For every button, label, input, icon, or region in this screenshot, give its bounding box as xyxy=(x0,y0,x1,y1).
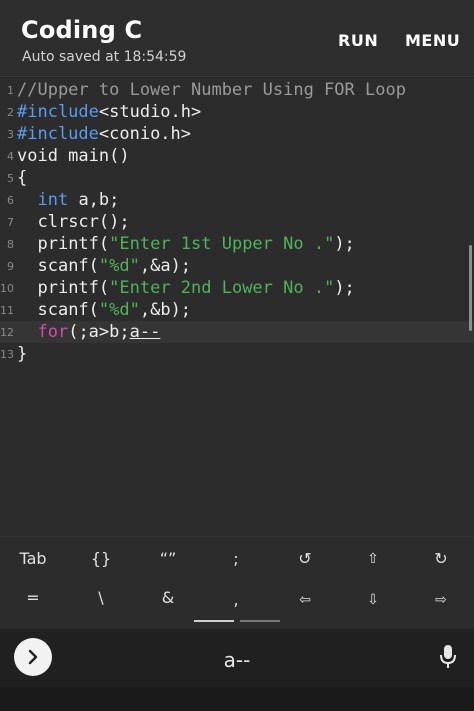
line-number: 5 xyxy=(7,172,14,185)
app-bar: Coding C Auto saved at 18:54:59 RUN MENU xyxy=(0,0,474,77)
word-suggestion[interactable]: a-- xyxy=(0,648,474,672)
code-line[interactable]: 11 scanf("%d",&b); xyxy=(0,299,474,321)
code-line[interactable]: 10 printf("Enter 2nd Lower No ."); xyxy=(0,277,474,299)
code-text: scanf( xyxy=(37,256,99,276)
current-code-line[interactable]: 12 for(;a>b;a-- xyxy=(0,321,474,343)
page-indicator xyxy=(240,620,280,622)
semicolon-key[interactable]: ; xyxy=(211,549,261,568)
code-text: clrscr(); xyxy=(37,212,130,232)
preprocessor-directive: #include xyxy=(17,102,99,122)
tab-key[interactable]: Tab xyxy=(8,549,58,568)
code-line[interactable]: 9 scanf("%d",&a); xyxy=(0,255,474,277)
line-number: 10 xyxy=(0,282,14,295)
code-comment: //Upper to Lower Number Using FOR Loop xyxy=(17,80,406,100)
code-line[interactable]: 3 #include<conio.h> xyxy=(0,123,474,145)
code-text: ); xyxy=(334,234,355,254)
comma-key[interactable]: , xyxy=(211,590,261,609)
line-number: 11 xyxy=(0,304,14,317)
code-text: ,&a); xyxy=(139,256,192,276)
line-number: 4 xyxy=(7,150,14,163)
arrow-down-icon[interactable]: ⇩ xyxy=(348,592,398,608)
code-text: ,&b); xyxy=(139,300,192,320)
code-line[interactable]: 13 } xyxy=(0,343,474,365)
line-number: 12 xyxy=(0,326,14,339)
keyboard-row-edge xyxy=(0,687,474,711)
code-text: (;a>b; xyxy=(68,322,130,342)
code-line[interactable]: 6 int a,b; xyxy=(0,189,474,211)
menu-button[interactable]: MENU xyxy=(405,31,460,50)
symbol-toolbar: Tab {} “” ; ↺ ⇧ ↻ = \ & , ⇦ ⇩ ⇨ xyxy=(0,536,474,629)
code-line[interactable]: 4 void main() xyxy=(0,145,474,167)
code-text: a,b; xyxy=(68,190,120,210)
code-line[interactable]: 2 #include<studio.h> xyxy=(0,101,474,123)
backslash-key[interactable]: \ xyxy=(76,588,126,607)
shift-icon[interactable]: ⇧ xyxy=(348,551,398,567)
code-editor[interactable]: 1 //Upper to Lower Number Using FOR Loop… xyxy=(0,77,474,535)
code-keyword: for xyxy=(37,322,69,342)
header-name: <studio.h> xyxy=(98,102,202,122)
code-text: printf( xyxy=(37,234,110,254)
code-line[interactable]: 7 clrscr(); xyxy=(0,211,474,233)
braces-key[interactable]: {} xyxy=(76,549,126,568)
microphone-icon[interactable] xyxy=(438,644,458,674)
code-text: scanf( xyxy=(37,300,99,320)
autosave-status: Auto saved at 18:54:59 xyxy=(22,49,187,65)
ampersand-key[interactable]: & xyxy=(143,588,193,607)
header-name: <conio.h> xyxy=(98,124,192,144)
arrow-left-icon[interactable]: ⇦ xyxy=(280,592,330,608)
undo-icon[interactable]: ↺ xyxy=(280,549,330,568)
code-line[interactable]: 1 //Upper to Lower Number Using FOR Loop xyxy=(0,79,474,101)
redo-icon[interactable]: ↻ xyxy=(416,549,466,568)
line-number: 3 xyxy=(7,128,14,141)
editor-scrollbar[interactable] xyxy=(469,245,472,331)
code-keyword: int xyxy=(37,190,69,210)
code-string: "Enter 2nd Lower No ." xyxy=(109,278,335,298)
code-text: } xyxy=(17,344,28,364)
composing-text: a-- xyxy=(129,322,161,342)
arrow-right-icon[interactable]: ⇨ xyxy=(416,592,466,608)
equals-key[interactable]: = xyxy=(8,588,58,607)
line-number: 7 xyxy=(7,216,14,229)
run-button[interactable]: RUN xyxy=(338,31,378,50)
quotes-key[interactable]: “” xyxy=(143,549,193,568)
code-text: printf( xyxy=(37,278,110,298)
code-text: void main() xyxy=(17,146,130,166)
line-number: 13 xyxy=(0,348,14,361)
line-number: 6 xyxy=(7,194,14,207)
app-title: Coding C xyxy=(21,16,143,44)
code-string: "%d" xyxy=(98,300,140,320)
code-string: "Enter 1st Upper No ." xyxy=(109,234,335,254)
line-number: 2 xyxy=(7,106,14,119)
page-indicator-active xyxy=(194,620,234,622)
line-number: 1 xyxy=(7,84,14,97)
code-text: { xyxy=(17,168,28,188)
line-number: 9 xyxy=(7,260,14,273)
code-line[interactable]: 5 { xyxy=(0,167,474,189)
code-text: ); xyxy=(334,278,355,298)
preprocessor-directive: #include xyxy=(17,124,99,144)
line-number: 8 xyxy=(7,238,14,251)
code-string: "%d" xyxy=(98,256,140,276)
code-line[interactable]: 8 printf("Enter 1st Upper No ."); xyxy=(0,233,474,255)
